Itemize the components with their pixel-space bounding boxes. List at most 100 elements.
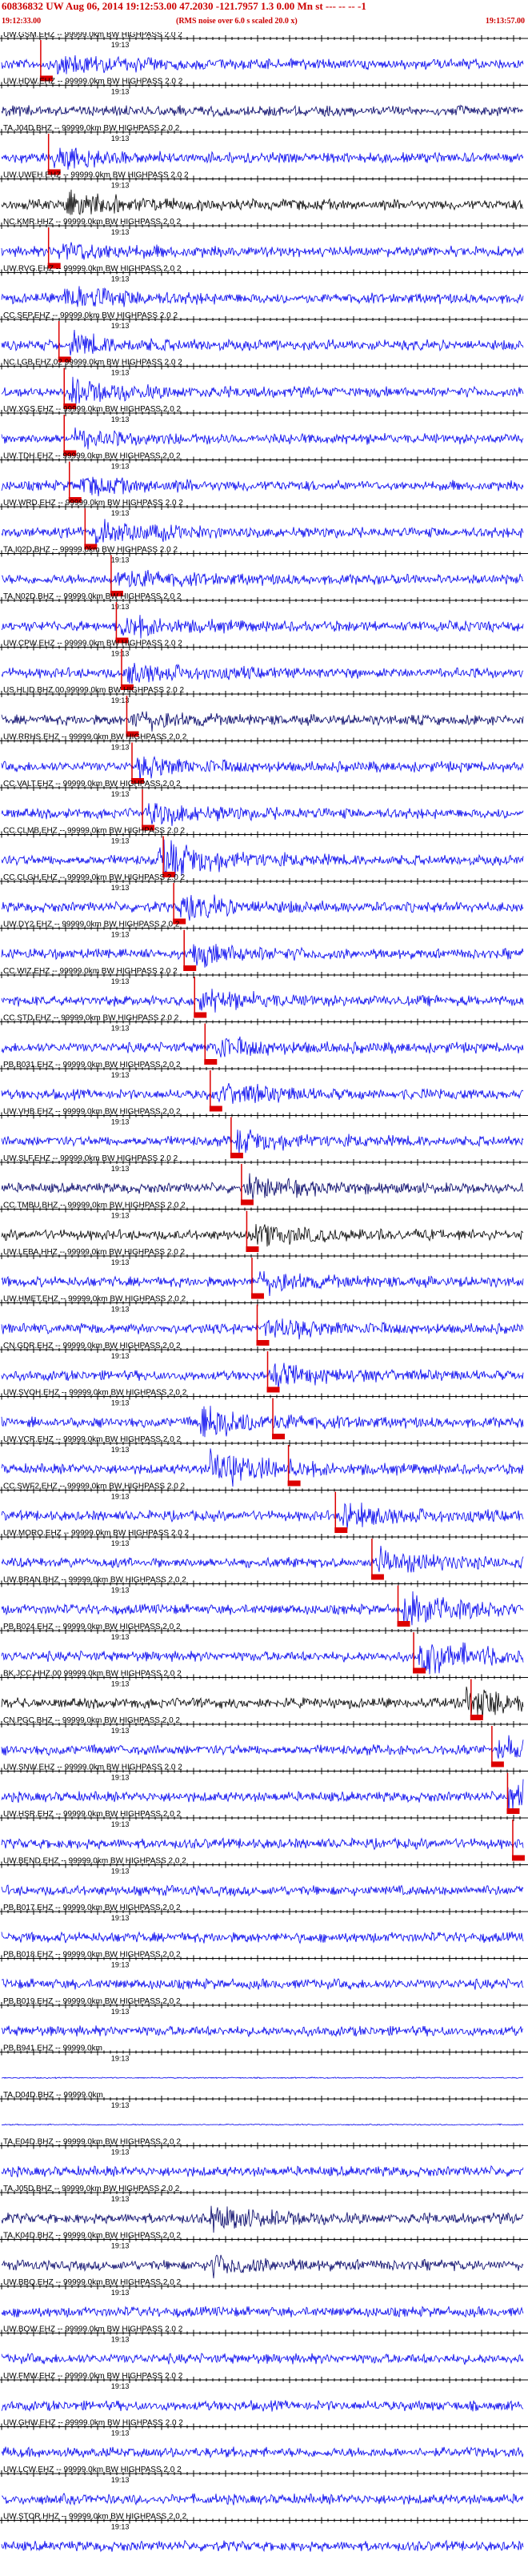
waveform-trace: [1, 756, 524, 782]
channel-27: UW.HMET.EHZ -- 99999.0km BW HIGHPASS 2.0…: [0, 1295, 528, 1346]
time-tick-label: 19:13: [111, 2008, 130, 2016]
time-tick-label: 19:13: [111, 2430, 130, 2438]
waveform-trace: [1, 189, 524, 215]
channel-label: CC.SEP.EHZ -- 99999.0km BW HIGHPASS 2.0 …: [3, 311, 178, 320]
waveform-trace: [1, 1779, 524, 1814]
waveform-trace: [1, 476, 524, 497]
channel-label: PB.B018.EHZ -- 99999.0km BW HIGHPASS 2.0…: [3, 1951, 181, 1960]
channel-24: UW.SLF.EHZ -- 99999.0km BW HIGHPASS 2.0 …: [0, 1154, 528, 1206]
waveform-trace: [1, 329, 524, 356]
time-tick-label: 19:13: [111, 134, 130, 142]
time-tick-label: 19:13: [111, 744, 130, 752]
waveform-trace: [1, 147, 524, 171]
pick-marker: [511, 1855, 525, 1861]
channel-16: CC.VALT.EHZ -- 99999.0km BW HIGHPASS 2.0…: [0, 780, 528, 831]
channel-44: TA.D04D.BHZ -- 99999.0km 19:13: [0, 2091, 528, 2126]
channel-22: PB.B031.EHZ -- 99999.0km BW HIGHPASS 2.0…: [0, 1061, 528, 1112]
channel-0: UW.GSM.EHZ -- 99999.0km BW HIGHPASS 2.0 …: [0, 32, 528, 82]
channel-label: UW.BBQ.EHZ -- 99999.0km BW HIGHPASS 2.0 …: [3, 2278, 182, 2287]
time-tick-label: 19:13: [111, 2289, 130, 2297]
time-tick-label: 19:13: [111, 2195, 130, 2203]
waveform-trace: [1, 55, 524, 75]
channel-6: CC.SEP.EHZ -- 99999.0km BW HIGHPASS 2.0 …: [0, 311, 528, 363]
channel-13: UW.CPW.EHZ -- 99999.0km BW HIGHPASS 2.0 …: [0, 640, 528, 690]
waveform-trace: [1, 2025, 524, 2037]
waveform-trace: [1, 2254, 524, 2279]
waveform-trace: [1, 1270, 524, 1297]
channel-label: CC.VALT.EHZ -- 99999.0km BW HIGHPASS 2.0…: [3, 780, 181, 788]
channel-10: UW.WRD.EHZ -- 99999.0km BW HIGHPASS 2.0 …: [0, 499, 528, 550]
channel-30: UW.VCR.EHZ -- 99999.0km BW HIGHPASS 2.0 …: [0, 1435, 528, 1487]
channel-4: NC.KMR.HHZ -- 99999.0km BW HIGHPASS 2.0 …: [0, 218, 528, 269]
channel-label: CN.GDR.EHZ -- 99999.0km BW HIGHPASS 2.0 …: [3, 1342, 181, 1350]
time-tick-label: 19:13: [111, 275, 130, 283]
channel-8: UW.XGS.EHZ -- 99999.0km BW HIGHPASS 2.0 …: [0, 405, 528, 456]
time-tick-label: 19:13: [111, 837, 130, 845]
event-title: 60836832 UW Aug 06, 2014 19:12:53.00 47.…: [2, 0, 366, 12]
waveform-trace: [1, 2400, 524, 2412]
pick-marker: [470, 1715, 483, 1720]
pick-marker: [506, 1808, 520, 1814]
channel-label: UW.UWEH.EHZ -- 99999.0km BW HIGHPASS 2.0…: [3, 171, 189, 180]
channel-15: UW.RRHS.EHZ -- 99999.0km BW HIGHPASS 2.0…: [0, 733, 528, 784]
channel-label: UW.STOR.HHZ -- 99999.0km BW HIGHPASS 2.0…: [3, 2513, 187, 2522]
channel-50: UW.FMW.EHZ -- 99999.0km BW HIGHPASS 2.0 …: [0, 2372, 528, 2412]
waveform-trace: [1, 2165, 524, 2178]
channel-label: UW.SVOH.EHZ -- 99999.0km BW HIGHPASS 2.0…: [3, 1389, 187, 1398]
time-tick-label: 19:13: [111, 1399, 130, 1407]
pick-marker: [204, 1059, 218, 1065]
waveform-trace: [1, 803, 524, 826]
time-tick-label: 19:13: [111, 1306, 130, 1314]
waveform-trace: [1, 2076, 524, 2080]
channel-31: CC.SWF2.EHZ -- 99999.0km BW HIGHPASS 2.0…: [0, 1483, 528, 1533]
channel-12: TA.N02D.BHZ -- 99999.0km BW HIGHPASS 2.0…: [0, 592, 528, 644]
time-tick-label: 19:13: [111, 2055, 130, 2063]
channel-39: UW.BEND.EHZ -- 99999.0km BW HIGHPASS 2.0…: [0, 1857, 528, 1898]
channel-label: UW.GHW.EHZ -- 99999.0km BW HIGHPASS 2.0 …: [3, 2419, 183, 2428]
channel-label: UW.LCW.EHZ -- 99999.0km BW HIGHPASS 2.0 …: [3, 2466, 182, 2474]
channel-3: UW.UWEH.EHZ -- 99999.0km BW HIGHPASS 2.0…: [0, 171, 528, 215]
channel-34: PB.B024.EHZ -- 99999.0km BW HIGHPASS 2.0…: [0, 1623, 528, 1675]
pick-marker: [230, 1153, 243, 1158]
waveform-trace: [1, 1735, 524, 1759]
channel-47: TA.K04D.BHZ -- 99999.0km BW HIGHPASS 2.0…: [0, 2232, 528, 2279]
time-tick-label: 19:13: [111, 1025, 130, 1033]
channel-label: UW.SNW.EHZ -- 99999.0km BW HIGHPASS 2.0 …: [3, 1763, 182, 1772]
scaling-note: (RMS noise over 6.0 s scaled 20.0 x): [176, 17, 298, 26]
channel-20: CC.WIZ.EHZ -- 99999.0km BW HIGHPASS 2.0 …: [0, 967, 528, 1018]
channel-label: UW.LEBA.HHZ -- 99999.0km BW HIGHPASS 2.0…: [3, 1248, 186, 1257]
time-tick-label: 19:13: [111, 603, 130, 611]
pick-marker: [287, 1480, 301, 1487]
channel-29: UW.SVOH.EHZ -- 99999.0km BW HIGHPASS 2.0…: [0, 1389, 528, 1439]
time-tick-label: 19:13: [111, 1118, 130, 1126]
time-tick-label: 19:13: [111, 41, 130, 49]
channel-label: NC.LGB.EHZ.02 99999.0km BW HIGHPASS 2.0 …: [3, 359, 182, 367]
waveform-trace: [1, 1036, 524, 1057]
time-tick-label: 19:13: [111, 1493, 130, 1501]
channel-23: UW.VHB.EHZ -- 99999.0km BW HIGHPASS 2.0 …: [0, 1108, 528, 1158]
time-tick-label: 19:13: [111, 415, 130, 423]
waveform-trace: [1, 2492, 524, 2506]
channel-label: NC.KMR.HHZ -- 99999.0km BW HIGHPASS 2.0 …: [3, 218, 182, 227]
waveform-trace: [1, 1686, 524, 1720]
waveform-trace: [1, 1591, 524, 1626]
channel-label: UW.HMET.EHZ -- 99999.0km BW HIGHPASS 2.0…: [3, 1295, 186, 1304]
waveform-trace: [1, 1173, 524, 1200]
channel-33: UW.BRAN.BHZ -- 99999.0km BW HIGHPASS 2.0…: [0, 1576, 528, 1627]
channel-label: UW.GSM.EHZ -- 99999.0km BW HIGHPASS 2.0 …: [3, 32, 182, 39]
waveform-trace: [1, 1362, 524, 1389]
channel-label: BK.JCC.HHZ.00 99999.0km BW HIGHPASS 2.0 …: [3, 1670, 182, 1679]
channel-11: TA.I02D.BHZ -- 99999.0km BW HIGHPASS 2.0…: [0, 546, 528, 596]
waveform-trace: [1, 427, 524, 450]
channel-label: UW.BOW.EHZ -- 99999.0km BW HIGHPASS 2.0 …: [3, 2325, 183, 2334]
channel-35: BK.JCC.HHZ.00 99999.0km BW HIGHPASS 2.0 …: [0, 1670, 528, 1720]
waveform-trace: [1, 1837, 524, 1851]
channel-37: UW.SNW.EHZ -- 99999.0km BW HIGHPASS 2.0 …: [0, 1763, 528, 1814]
channel-45: TA.E04D.BHZ -- 99999.0km BW HIGHPASS 2.0…: [0, 2138, 528, 2178]
channel-label: UW.SLF.EHZ -- 99999.0km BW HIGHPASS 2.0 …: [3, 1154, 178, 1163]
waveform-trace: [1, 286, 524, 307]
channel-label: CN.PGC.BHZ -- 99999.0km BW HIGHPASS 2.0 …: [3, 1716, 180, 1725]
time-tick-label: 19:13: [111, 509, 130, 517]
time-tick-label: 19:13: [111, 1914, 130, 1922]
waveform-trace: [1, 2539, 524, 2553]
